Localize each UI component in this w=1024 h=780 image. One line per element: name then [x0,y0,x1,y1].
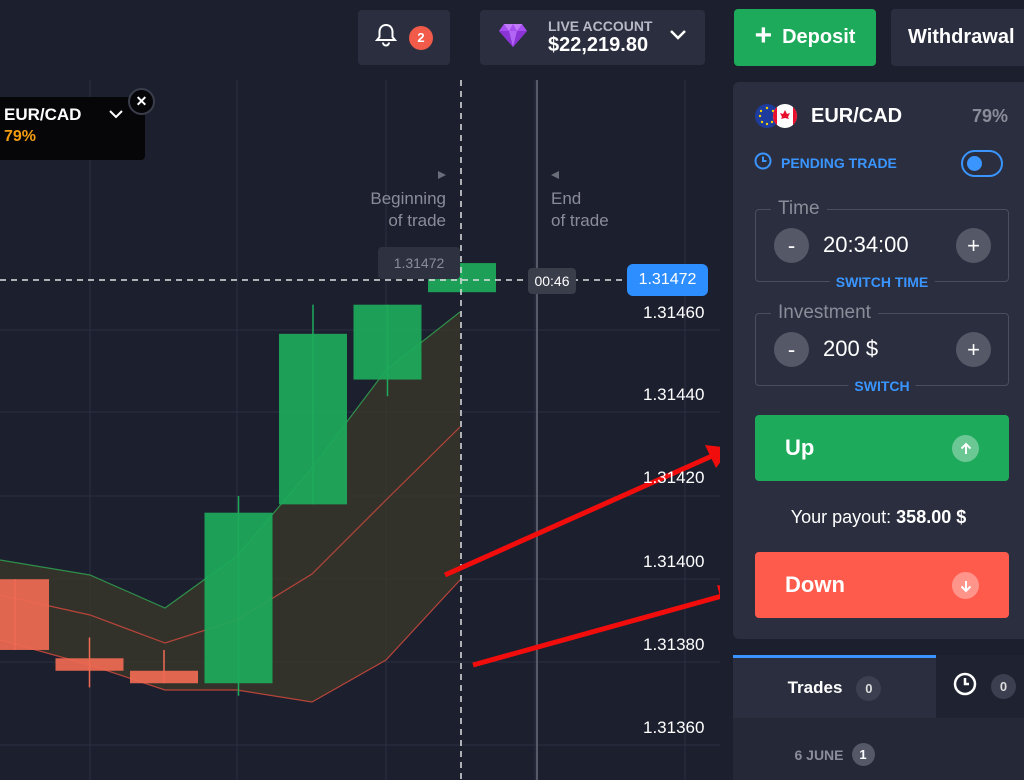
y-axis-tick: 1.31420 [643,468,705,487]
date-count-badge: 1 [851,743,875,766]
y-axis-tick: 1.31360 [643,718,705,737]
pending-trade-toggle[interactable] [961,150,1003,177]
notifications-count-badge: 2 [409,25,433,50]
tab-history[interactable]: 0 [936,655,1024,718]
candle-body [130,670,198,684]
tab-trades-label: Trades [787,678,843,697]
withdrawal-button[interactable]: Withdrawal [891,9,1024,66]
deposit-label: Deposit [782,26,856,48]
withdrawal-label: Withdrawal [908,26,1015,48]
candle-body [0,579,49,650]
current-price-tag: 1.31472 [627,264,708,296]
notifications-button[interactable]: 2 [358,10,450,65]
plus-icon: + [754,18,773,52]
down-label: Down [785,572,845,597]
tab-trades[interactable]: Trades 0 [733,655,936,718]
trade-timer: 00:46 [528,268,576,294]
history-clock-icon [953,672,977,701]
y-axis-tick: 1.31400 [643,552,705,571]
trade-panel: EUR/CAD 79% PENDING TRADE Time - 20:34:0… [733,82,1024,639]
bell-icon [374,23,398,52]
date-label: 6 JUNE [794,746,844,763]
switch-time-button[interactable]: SWITCH TIME [829,274,935,290]
end-marker-icon [551,171,559,179]
entry-price-tag: 1.31472 [378,247,460,279]
chart-canvas [0,80,720,780]
chart-asset-payout: 79% [4,128,37,145]
down-button[interactable]: Down [755,552,1009,618]
beginning-of-trade-label: Beginning of trade [370,189,446,230]
beginning-marker-icon [438,171,446,179]
deposit-button[interactable]: + Deposit [734,9,876,66]
switch-investment-button[interactable]: SWITCH [848,378,916,394]
toggle-knob [967,156,982,171]
investment-value[interactable]: 200 $ [823,336,878,362]
time-decrease-button[interactable]: - [774,228,809,263]
chevron-down-icon [669,28,687,46]
clock-icon [754,152,772,173]
investment-field[interactable]: Investment - 200 $ + SWITCH [755,302,1009,394]
account-type-label: LIVE ACCOUNT [548,17,653,34]
price-chart[interactable]: EUR/CAD 79% ✕ Beginning of trade End of … [0,80,720,780]
chart-asset-tag[interactable]: EUR/CAD 79% [0,97,145,160]
arrow-down-icon [952,572,979,599]
y-axis-tick: 1.31380 [643,635,705,654]
close-icon[interactable]: ✕ [128,88,155,115]
currency-pair-flag-icon [754,102,798,130]
time-increase-button[interactable]: + [956,228,991,263]
time-field[interactable]: Time - 20:34:00 + SWITCH TIME [755,198,1009,290]
candle-body [353,304,422,380]
up-button[interactable]: Up [755,415,1009,481]
account-selector[interactable]: LIVE ACCOUNT $22,219.80 [480,10,705,65]
payout-label: Your payout: [790,507,892,527]
trades-count-badge: 0 [856,675,882,701]
trades-date-header: 6 JUNE 1 [733,743,936,766]
trades-tabs: Trades 0 0 6 JUNE 1 [733,655,1024,780]
end-of-trade-label: End of trade [551,189,609,230]
asset-name: EUR/CAD [811,105,903,127]
candle-body [55,658,124,671]
investment-increase-button[interactable]: + [956,332,991,367]
time-legend: Time [771,198,827,220]
investment-decrease-button[interactable]: - [774,332,809,367]
candle-body [279,333,347,505]
up-label: Up [785,435,815,460]
account-balance: $22,219.80 [548,34,649,57]
payout-row: Your payout: 358.00 $ [733,507,1024,528]
pending-trade-row[interactable]: PENDING TRADE [754,152,897,173]
history-count-badge: 0 [991,674,1016,699]
time-value[interactable]: 20:34:00 [823,232,909,258]
investment-legend: Investment [771,302,878,324]
y-axis-tick: 1.31460 [643,303,705,322]
pending-trade-label: PENDING TRADE [781,154,897,171]
diamond-icon [498,22,528,53]
payout-value: 358.00 $ [896,507,967,527]
candle-body [204,512,273,684]
arrow-up-icon [952,435,979,462]
asset-payout-pct: 79% [971,106,1008,126]
y-axis-tick: 1.31440 [643,385,705,404]
